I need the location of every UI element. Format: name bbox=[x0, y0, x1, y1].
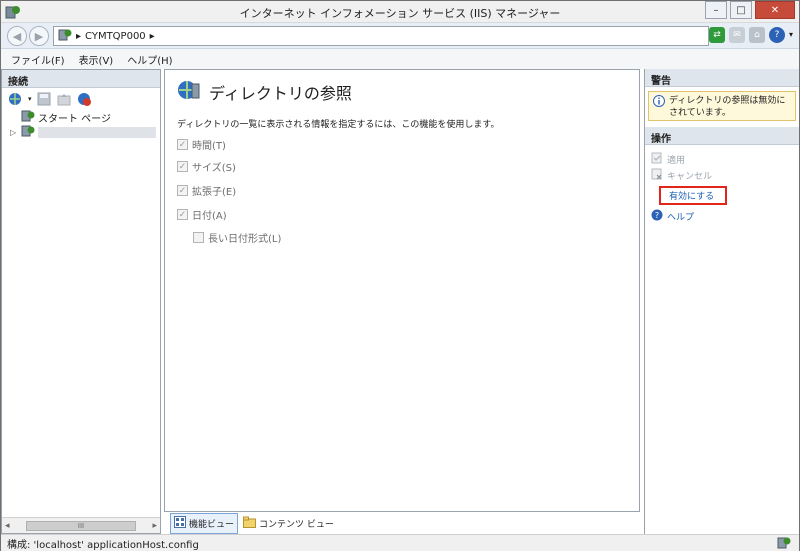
server-node-icon bbox=[21, 125, 35, 140]
menu-view[interactable]: 表示(V) bbox=[79, 52, 114, 67]
extension-checkbox[interactable]: ✓ bbox=[177, 185, 188, 196]
date-label: 日付(A) bbox=[192, 211, 227, 222]
apply-action[interactable]: 適用 bbox=[645, 151, 799, 167]
minimize-button[interactable]: – bbox=[705, 1, 727, 19]
restore-button[interactable]: □ bbox=[730, 1, 752, 19]
tree-item-server[interactable]: ▷ bbox=[10, 125, 160, 140]
scroll-thumb[interactable]: III bbox=[26, 520, 136, 531]
expand-chevron-icon[interactable]: ▷ bbox=[10, 128, 18, 137]
connections-pane: 接続 ▾ スタート ページ ▷ ◂ III ▸ bbox=[1, 69, 161, 534]
content-view-label: コンテンツ ビュー bbox=[259, 519, 334, 530]
option-size[interactable]: ✓ サイズ(S) bbox=[177, 159, 236, 174]
cancel-icon bbox=[651, 168, 663, 183]
info-icon bbox=[653, 95, 665, 117]
tree-item-start-page[interactable]: スタート ページ bbox=[10, 110, 160, 125]
path-separator-trailing[interactable]: ▸ bbox=[150, 31, 155, 42]
menu-help[interactable]: ヘルプ(H) bbox=[127, 52, 172, 67]
disconnect-icon[interactable] bbox=[76, 91, 92, 107]
option-date[interactable]: ✓ 日付(A) bbox=[177, 207, 227, 222]
refresh-connection-icon[interactable]: ⇄ bbox=[708, 27, 725, 43]
size-label: サイズ(S) bbox=[192, 163, 236, 174]
address-server-segment[interactable]: CYMTQP000 bbox=[85, 31, 146, 42]
status-server-icon bbox=[777, 536, 791, 553]
forward-arrow-icon: ▶ bbox=[34, 29, 44, 43]
time-label: 時間(T) bbox=[192, 141, 226, 152]
view-tabs: 機能ビュー コンテンツ ビュー bbox=[164, 512, 640, 534]
connections-tree: スタート ページ ▷ bbox=[2, 110, 160, 140]
svg-text:?: ? bbox=[655, 211, 659, 220]
home-icon[interactable]: ⌂ bbox=[748, 27, 765, 43]
features-view-icon bbox=[174, 515, 186, 531]
enable-label[interactable]: 有効にする bbox=[669, 189, 714, 202]
help-circle-icon: ? bbox=[651, 209, 663, 224]
features-view-label: 機能ビュー bbox=[189, 519, 235, 530]
alert-message: ディレクトリの参照は無効にされています。 bbox=[648, 91, 796, 121]
alerts-header: 警告 bbox=[645, 69, 799, 87]
actions-pane: 警告 ディレクトリの参照は無効にされています。 操作 適用 キャンセル 有効にす… bbox=[644, 69, 799, 534]
menu-bar: ファイル(F) 表示(V) ヘルプ(H) bbox=[1, 49, 799, 69]
feature-description: ディレクトリの一覧に表示される情報を指定するには、この機能を使用します。 bbox=[177, 120, 500, 130]
tab-features-view[interactable]: 機能ビュー bbox=[170, 512, 239, 534]
connect-globe-icon[interactable] bbox=[8, 91, 24, 107]
connections-horizontal-scrollbar[interactable]: ◂ III ▸ bbox=[2, 517, 160, 533]
feature-pane: ディレクトリの参照 ディレクトリの一覧に表示される情報を指定するには、この機能を… bbox=[164, 69, 640, 512]
back-button[interactable]: ◀ bbox=[7, 26, 27, 46]
help-icon[interactable]: ? bbox=[768, 27, 785, 43]
help-action[interactable]: ? ヘルプ bbox=[645, 208, 799, 224]
iis-manager-window: インターネット インフォメーション サービス (IIS) マネージャー – □ … bbox=[0, 0, 800, 551]
save-icon[interactable] bbox=[36, 91, 52, 107]
alert-text: ディレクトリの参照は無効にされています。 bbox=[669, 96, 786, 118]
option-extension[interactable]: ✓ 拡張子(E) bbox=[177, 183, 236, 198]
cancel-label: キャンセル bbox=[667, 171, 713, 182]
apply-label: 適用 bbox=[667, 155, 686, 166]
apply-icon bbox=[651, 152, 663, 167]
connect-dropdown-chevron-icon[interactable]: ▾ bbox=[28, 95, 32, 103]
status-bar: 構成: 'localhost' applicationHost.config bbox=[1, 534, 799, 551]
option-time[interactable]: ✓ 時間(T) bbox=[177, 137, 226, 152]
close-button[interactable]: ✕ bbox=[755, 1, 795, 19]
actions-header: 操作 bbox=[645, 127, 799, 145]
help-dropdown-chevron-icon[interactable]: ▾ bbox=[789, 27, 793, 43]
address-field[interactable]: ▸ CYMTQP000 ▸ bbox=[53, 26, 709, 46]
window-title: インターネット インフォメーション サービス (IIS) マネージャー bbox=[239, 7, 561, 20]
time-checkbox[interactable]: ✓ bbox=[177, 139, 188, 150]
back-arrow-icon: ◀ bbox=[12, 29, 22, 43]
cancel-action[interactable]: キャンセル bbox=[645, 167, 799, 183]
scroll-left-arrow-icon[interactable]: ◂ bbox=[5, 521, 10, 531]
start-page-label: スタート ページ bbox=[38, 114, 111, 125]
page-title: ディレクトリの参照 bbox=[209, 84, 352, 103]
path-separator[interactable]: ▸ bbox=[76, 31, 81, 42]
long-date-checkbox[interactable] bbox=[193, 232, 204, 243]
up-folder-icon[interactable] bbox=[56, 91, 72, 107]
extension-label: 拡張子(E) bbox=[192, 187, 237, 198]
option-long-date[interactable]: 長い日付形式(L) bbox=[193, 230, 281, 245]
address-bar: ◀ ▶ ▸ CYMTQP000 ▸ ⇄ ✉ ⌂ ? ▾ bbox=[1, 23, 799, 49]
size-checkbox[interactable]: ✓ bbox=[177, 161, 188, 172]
feature-title-row: ディレクトリの参照 bbox=[177, 78, 352, 106]
status-text: 構成: 'localhost' applicationHost.config bbox=[7, 539, 199, 551]
title-bar: インターネット インフォメーション サービス (IIS) マネージャー – □ … bbox=[1, 1, 799, 23]
help-label: ヘルプ bbox=[667, 212, 695, 223]
connections-toolbar: ▾ bbox=[2, 88, 160, 110]
content-view-icon bbox=[243, 516, 257, 531]
server-node-label[interactable] bbox=[38, 127, 156, 138]
connections-header: 接続 bbox=[2, 70, 160, 88]
directory-browsing-icon bbox=[177, 78, 201, 106]
server-icon bbox=[58, 28, 72, 45]
date-checkbox[interactable]: ✓ bbox=[177, 209, 188, 220]
enable-action[interactable]: 有効にする bbox=[659, 186, 727, 205]
mail-icon[interactable]: ✉ bbox=[728, 27, 745, 43]
tab-content-view[interactable]: コンテンツ ビュー bbox=[240, 514, 337, 533]
forward-button[interactable]: ▶ bbox=[29, 26, 49, 46]
long-date-label: 長い日付形式(L) bbox=[208, 234, 282, 245]
scroll-right-arrow-icon[interactable]: ▸ bbox=[152, 521, 157, 531]
menu-file[interactable]: ファイル(F) bbox=[11, 52, 65, 67]
start-page-icon bbox=[21, 110, 35, 125]
